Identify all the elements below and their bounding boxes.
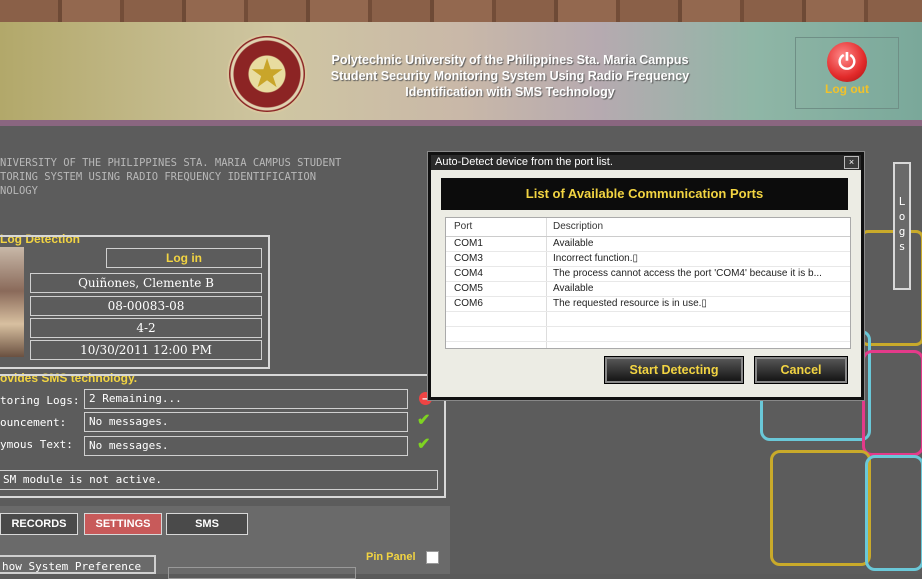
logs-side-tab[interactable]: Logs xyxy=(893,162,911,290)
university-seal-logo: ★ xyxy=(229,36,305,112)
sms-anonymous-field: No messages. xyxy=(84,436,408,456)
description-cell: The requested resource is in use.▯ xyxy=(553,298,707,309)
close-icon[interactable]: × xyxy=(844,156,859,169)
logout-button[interactable]: ⏻ Log out xyxy=(795,37,899,109)
decor-hexagon xyxy=(770,450,871,566)
intro-line-2: TORING SYSTEM USING RADIO FREQUENCY IDEN… xyxy=(0,171,317,183)
table-row[interactable]: COM6 The requested resource is in use.▯ xyxy=(446,297,850,312)
pin-panel-label: Pin Panel xyxy=(366,551,416,563)
gsm-module-status: SM module is not active. xyxy=(0,470,438,490)
sms-announcement-field: No messages. xyxy=(84,412,408,432)
table-row[interactable]: COM1 Available xyxy=(446,237,850,252)
intro-line-3: NOLOGY xyxy=(0,185,38,197)
star-icon: ★ xyxy=(249,52,285,96)
description-cell: The process cannot access the port 'COM4… xyxy=(553,268,822,279)
sms-label-announcement: ouncement: xyxy=(0,416,67,429)
sms-monitoring-logs-field: 2 Remaining... xyxy=(84,389,408,409)
dialog-heading: List of Available Communication Ports xyxy=(441,178,848,210)
student-name: Quiñones, Clemente B xyxy=(30,273,262,293)
student-id: 08-00083-08 xyxy=(30,296,262,316)
port-list-grid[interactable]: Port Description COM1 Available COM3 Incor… xyxy=(445,217,851,349)
cancel-button[interactable]: Cancel xyxy=(755,357,847,383)
log-status: Log in xyxy=(106,248,262,268)
pin-panel-checkbox[interactable] xyxy=(426,551,439,564)
tab-settings[interactable]: SETTINGS xyxy=(84,513,162,535)
logs-tab-label: Logs xyxy=(898,195,906,253)
preference-panel-frame xyxy=(168,567,356,579)
start-detecting-button[interactable]: Start Detecting xyxy=(605,357,743,383)
student-section: 4-2 xyxy=(30,318,262,338)
table-row[interactable]: COM3 Incorrect function.▯ xyxy=(446,252,850,267)
tab-sms[interactable]: SMS xyxy=(166,513,248,535)
port-cell: COM1 xyxy=(454,238,483,249)
table-row[interactable]: COM4 The process cannot access the port '… xyxy=(446,267,850,282)
wood-top-border xyxy=(0,0,922,22)
empty-row xyxy=(446,312,850,327)
grid-header: Port Description xyxy=(446,218,850,237)
intro-text: NIVERSITY OF THE PHILIPPINES STA. MARIA … xyxy=(0,156,341,198)
title-line-3: Identification with SMS Technology xyxy=(405,85,615,99)
port-cell: COM3 xyxy=(454,253,483,264)
description-cell: Incorrect function.▯ xyxy=(553,253,638,264)
table-row[interactable]: COM5 Available xyxy=(446,282,850,297)
column-header-description[interactable]: Description xyxy=(553,218,843,236)
decor-hexagon xyxy=(862,350,922,456)
intro-line-1: NIVERSITY OF THE PHILIPPINES STA. MARIA … xyxy=(0,157,342,169)
tab-records[interactable]: RECORDS xyxy=(0,513,78,535)
decor-hexagon xyxy=(865,455,922,571)
empty-row xyxy=(446,327,850,342)
title-line-2: Student Security Monitoring System Using… xyxy=(330,69,690,83)
port-cell: COM4 xyxy=(454,268,483,279)
description-cell: Available xyxy=(553,238,594,249)
auto-detect-dialog: Auto-Detect device from the port list. ×… xyxy=(428,152,864,400)
log-datetime: 10/30/2011 12:00 PM xyxy=(30,340,262,360)
power-icon: ⏻ xyxy=(827,42,867,82)
description-cell: Available xyxy=(553,283,594,294)
sms-label-anonymous: ymous Text: xyxy=(0,438,73,451)
sms-label-monitoring: toring Logs: xyxy=(0,394,80,407)
student-photo xyxy=(0,247,24,357)
port-cell: COM6 xyxy=(454,298,483,309)
checkmark-icon: ✔ xyxy=(417,436,431,453)
checkmark-icon: ✔ xyxy=(417,412,431,429)
app-title: Polytechnic University of the Philippine… xyxy=(310,52,710,100)
column-header-port[interactable]: Port xyxy=(454,218,472,236)
port-cell: COM5 xyxy=(454,283,483,294)
decor-hexagon xyxy=(860,230,922,346)
system-preference-button[interactable]: how System Preference xyxy=(0,555,156,574)
title-line-1: Polytechnic University of the Philippine… xyxy=(331,53,689,67)
logout-label: Log out xyxy=(825,82,869,96)
dialog-title: Auto-Detect device from the port list. xyxy=(431,155,861,170)
